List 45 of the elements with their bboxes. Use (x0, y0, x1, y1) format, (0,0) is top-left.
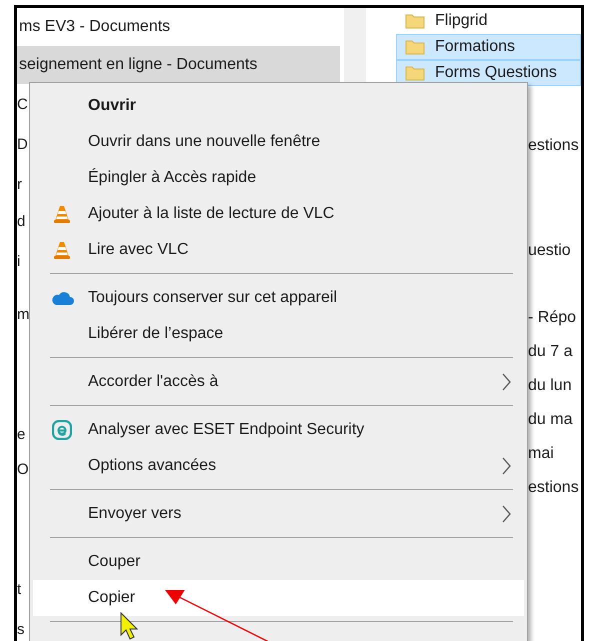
cloud-icon (50, 290, 74, 306)
folder-row[interactable]: Flipgrid (396, 8, 581, 34)
menu-item[interactable]: Envoyer vers (33, 496, 524, 532)
file-name-text: O (17, 460, 29, 480)
file-name-text: r (17, 175, 22, 195)
file-name-text: uestio (528, 241, 571, 261)
folder-icon (405, 39, 425, 55)
menu-item[interactable]: Accorder l'accès à (33, 364, 524, 400)
file-name-text: du 7 a (528, 342, 572, 362)
menu-item[interactable]: Ouvrir (33, 88, 524, 124)
file-name-text: m (17, 305, 30, 325)
chevron-right-icon (501, 505, 511, 523)
menu-item[interactable]: Épingler à Accès rapide (33, 160, 524, 196)
file-list-row[interactable]: ms EV3 - Documents (17, 8, 340, 46)
file-name-text: du ma (528, 410, 572, 430)
chevron-right-icon (501, 373, 511, 391)
menu-item[interactable]: Options avancées (33, 448, 524, 484)
menu-item[interactable]: Couper (33, 544, 524, 580)
file-name-text: t (17, 580, 22, 600)
menu-item[interactable]: Lire avec VLC (33, 232, 524, 268)
menu-item[interactable]: Ajouter à la liste de lecture de VLC (33, 196, 524, 232)
file-name-text: D (17, 135, 28, 155)
menu-item[interactable]: Copier (33, 580, 524, 616)
file-name-text: C (17, 95, 28, 115)
file-name-text: - Répo (528, 308, 576, 328)
menu-item[interactable]: Analyser avec ESET Endpoint Security (33, 412, 524, 448)
folder-row[interactable]: Formations (396, 34, 581, 60)
file-name-text: estions (528, 478, 579, 498)
mouse-pointer-icon (119, 612, 139, 640)
file-list-row[interactable]: seignement en ligne - Documents (17, 46, 340, 84)
file-name-text: mai (528, 444, 554, 464)
menu-item[interactable]: Toujours conserver sur cet appareil (33, 280, 524, 316)
file-name-text: s (17, 620, 24, 640)
chevron-right-icon (501, 457, 511, 475)
file-name-text: du lun (528, 376, 572, 396)
traffic-cone-icon (52, 204, 72, 224)
menu-item[interactable]: Libérer de l’espace (33, 316, 524, 352)
menu-item[interactable]: Ouvrir dans une nouvelle fenêtre (33, 124, 524, 160)
folder-icon (405, 13, 425, 29)
file-name-text: d (17, 212, 26, 232)
file-name-text: e (17, 425, 26, 445)
letter-e-badge-icon (52, 420, 72, 440)
file-name-text: i (17, 252, 20, 272)
file-name-text: estions (528, 136, 579, 156)
traffic-cone-icon (52, 240, 72, 260)
